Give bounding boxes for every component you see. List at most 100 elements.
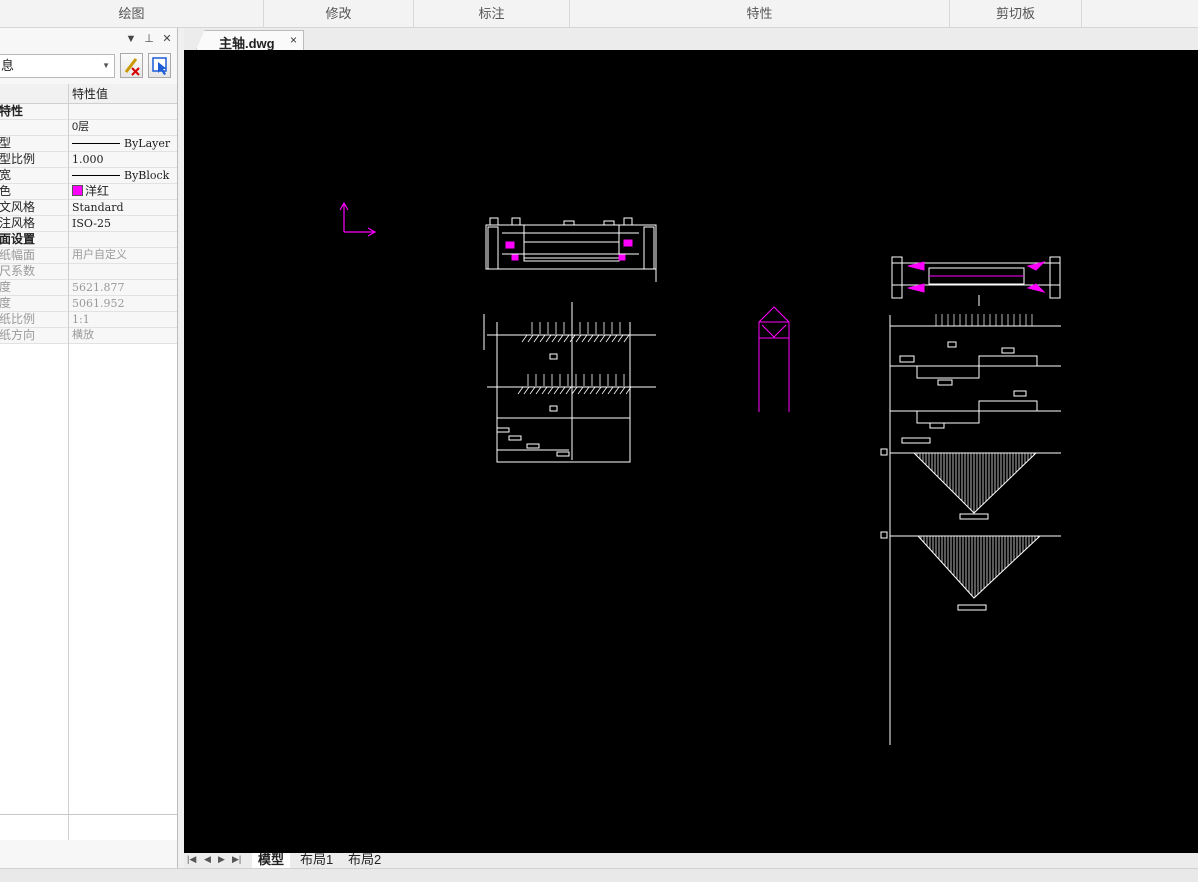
last-layout-icon[interactable]: ▶|: [232, 854, 241, 865]
property-name: 文风格: [0, 200, 36, 214]
tab-layout2[interactable]: 布局2: [342, 853, 387, 868]
property-name: 宽: [0, 168, 12, 182]
hatch-mark: [617, 334, 624, 343]
hatch-mark: [575, 334, 582, 343]
first-layout-icon[interactable]: |◀: [187, 854, 196, 865]
property-name: 型比例: [0, 152, 36, 166]
property-value: Standard: [72, 201, 124, 214]
drawing-svg[interactable]: [184, 50, 1198, 853]
hatch-mark: [601, 386, 608, 395]
shaft-assembly-left: [485, 217, 657, 282]
ribbon-group-draw[interactable]: 绘图: [0, 0, 264, 28]
load-arrows-left: [517, 322, 632, 395]
property-value: 横放: [72, 329, 94, 341]
prop-width[interactable]: 度 5621.877: [0, 280, 177, 296]
property-name: 面设置: [0, 232, 36, 246]
prop-lineweight[interactable]: 宽 ByBlock: [0, 168, 177, 184]
chevron-down-icon: ▼: [102, 61, 110, 70]
prop-dim-style[interactable]: 注风格 ISO-25: [0, 216, 177, 232]
hatch-mark: [563, 334, 570, 343]
tab-model[interactable]: 模型: [252, 853, 291, 868]
prop-layer[interactable]: 0层: [0, 120, 177, 136]
next-layout-icon[interactable]: ▶: [218, 854, 225, 865]
prop-height[interactable]: 度 5061.952: [0, 296, 177, 312]
prop-paper-scale[interactable]: 纸比例 1:1: [0, 312, 177, 328]
palette-bottom-divider: [0, 814, 177, 815]
close-tab-icon[interactable]: ×: [290, 33, 297, 47]
hatch-mark: [557, 334, 564, 343]
color-swatch-icon: [72, 185, 83, 196]
hatch-mark: [571, 386, 578, 395]
property-value: ByBlock: [72, 168, 176, 183]
ribbon-group-properties[interactable]: 特性: [570, 0, 950, 28]
hatch-mark: [529, 386, 536, 395]
ribbon-group-modify[interactable]: 修改: [264, 0, 414, 28]
hatch-mark: [623, 334, 630, 343]
status-bar: [0, 868, 1198, 882]
property-name: 注风格: [0, 216, 36, 230]
hatch-mark: [613, 386, 620, 395]
document-tab-strip: 主轴.dwg ×: [184, 28, 1198, 50]
header-property-value: 特性值: [72, 87, 109, 101]
object-type-value: 息: [1, 58, 15, 73]
linetype-sample-icon: [72, 143, 120, 144]
hatch-mark: [587, 334, 594, 343]
property-value: ISO-25: [72, 217, 112, 230]
dropdown-arrow-icon[interactable]: ▼: [124, 32, 138, 46]
pin-icon[interactable]: ⊥: [142, 32, 156, 46]
hatch-mark: [611, 334, 618, 343]
column-detail: [758, 306, 790, 412]
property-value: 1:1: [72, 313, 90, 326]
property-value: 洋红: [72, 184, 176, 199]
property-name: 纸幅面: [0, 248, 36, 262]
tab-layout1[interactable]: 布局1: [294, 853, 339, 868]
prop-paper-size[interactable]: 纸幅面 用户自定义: [0, 248, 177, 264]
hatch-mark: [551, 334, 558, 343]
ribbon-group-clipboard[interactable]: 剪切板: [950, 0, 1082, 28]
ucs-icon: [339, 201, 377, 237]
hatch-mark: [593, 334, 600, 343]
ribbon-group-annotate[interactable]: 标注: [414, 0, 570, 28]
hatch-mark: [517, 386, 524, 395]
property-name: 度: [0, 296, 12, 310]
hatch-mark: [589, 386, 596, 395]
prop-scale-factor[interactable]: 尺系数: [0, 264, 177, 280]
toggle-pickadd-button[interactable]: [120, 53, 143, 78]
hatch-mark: [547, 386, 554, 395]
property-grid: 特性值 特性 0层型 ByLayer 型比例 1.000 宽 ByBlock 色 洋红 文风格 St…: [0, 84, 177, 344]
property-value: ByLayer: [72, 136, 176, 151]
hatch-mark: [523, 386, 530, 395]
property-grid-empty-area: [0, 344, 177, 840]
prop-text-style[interactable]: 文风格 Standard: [0, 200, 177, 216]
prev-layout-icon[interactable]: ◀: [204, 854, 211, 865]
hatch-mark: [535, 386, 542, 395]
stress-diagrams-right: [880, 315, 1061, 745]
close-icon[interactable]: ✕: [160, 32, 174, 46]
object-type-select[interactable]: 息 ▼: [0, 54, 115, 78]
quick-select-button[interactable]: [148, 53, 171, 78]
hatch-mark: [577, 386, 584, 395]
pencil-icon: [124, 58, 140, 76]
hatch-mark: [605, 334, 612, 343]
hatch-mark: [599, 334, 606, 343]
prop-linetype[interactable]: 型 ByLayer: [0, 136, 177, 152]
prop-color[interactable]: 色 洋红: [0, 184, 177, 200]
column-divider[interactable]: [68, 84, 69, 840]
drawing-canvas[interactable]: [184, 50, 1198, 853]
hatch-mark: [527, 334, 534, 343]
hatch-mark: [583, 386, 590, 395]
hatch-mark: [545, 334, 552, 343]
hatch-mark: [521, 334, 528, 343]
property-name: 度: [0, 280, 12, 294]
stress-diagrams-left: [483, 302, 656, 463]
property-value: 0层: [72, 121, 90, 133]
layout-tab-strip: |◀ ◀ ▶ ▶| 模型 布局1 布局2: [184, 853, 1198, 868]
prop-linetype-scale[interactable]: 型比例 1.000: [0, 152, 177, 168]
property-value-text: ByLayer: [124, 137, 171, 150]
properties-palette: ▼ ⊥ ✕ 息 ▼ 特性值 特性 0层型 ByLayer 型比例 1.000 宽 ByBlo…: [0, 28, 178, 868]
property-value: 用户自定义: [72, 249, 127, 261]
hatch-mark: [595, 386, 602, 395]
property-value: 5621.877: [72, 281, 125, 294]
document-tab[interactable]: 主轴.dwg ×: [196, 30, 304, 50]
prop-orientation[interactable]: 纸方向 横放: [0, 328, 177, 344]
